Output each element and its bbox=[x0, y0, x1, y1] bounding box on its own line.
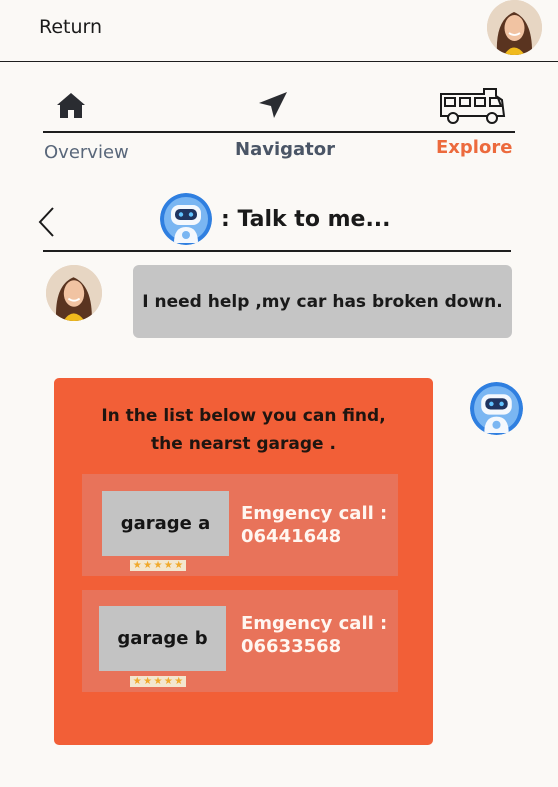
garage-list-item[interactable]: garage b ★ ★ ★ ★ ★ Emgency call : 066335… bbox=[82, 590, 398, 692]
star-icon: ★ bbox=[143, 560, 153, 571]
tab-navigator-label: Navigator bbox=[235, 139, 335, 160]
user-message-text: I need help ,my car has broken down. bbox=[142, 291, 503, 312]
star-rating: ★ ★ ★ ★ ★ bbox=[130, 676, 186, 687]
robot-icon bbox=[470, 382, 523, 435]
camper-van-icon bbox=[440, 88, 506, 124]
bot-reply-line-2: the nearst garage . bbox=[151, 434, 336, 454]
garage-name[interactable]: garage a bbox=[102, 491, 229, 556]
bot-reply-text: In the list below you can find, the near… bbox=[54, 402, 433, 458]
star-icon: ★ bbox=[153, 676, 163, 687]
user-message-avatar bbox=[46, 265, 102, 321]
star-icon: ★ bbox=[132, 560, 142, 571]
star-icon: ★ bbox=[143, 676, 153, 687]
emergency-phone[interactable]: 06441648 bbox=[241, 525, 387, 548]
star-icon: ★ bbox=[163, 676, 173, 687]
star-icon: ★ bbox=[174, 676, 184, 687]
bot-reply-avatar bbox=[470, 382, 523, 435]
user-avatar-icon bbox=[46, 265, 102, 321]
garage-name[interactable]: garage b bbox=[99, 606, 226, 671]
star-rating: ★ ★ ★ ★ ★ bbox=[130, 560, 186, 571]
star-icon: ★ bbox=[132, 676, 142, 687]
home-icon bbox=[57, 93, 85, 118]
emergency-label: Emgency call : bbox=[241, 613, 388, 634]
bot-reply-line-1: In the list below you can find, bbox=[101, 406, 386, 426]
user-message-bubble: I need help ,my car has broken down. bbox=[133, 265, 512, 338]
star-icon: ★ bbox=[174, 560, 184, 571]
bot-reply-card: In the list below you can find, the near… bbox=[54, 378, 433, 745]
chat-title: : Talk to me... bbox=[221, 207, 391, 232]
user-avatar[interactable] bbox=[487, 0, 542, 55]
garage-list-item[interactable]: garage a ★ ★ ★ ★ ★ Emgency call : 064416… bbox=[82, 474, 398, 576]
emergency-call[interactable]: Emgency call : 06441648 bbox=[241, 502, 387, 548]
star-icon: ★ bbox=[153, 560, 163, 571]
robot-icon bbox=[160, 193, 212, 245]
user-avatar-icon bbox=[487, 0, 542, 55]
bot-avatar bbox=[160, 193, 212, 245]
star-icon: ★ bbox=[163, 560, 173, 571]
tab-divider bbox=[43, 131, 515, 133]
navigation-arrow-icon bbox=[259, 92, 287, 118]
emergency-phone[interactable]: 06633568 bbox=[241, 635, 387, 658]
chat-divider bbox=[43, 250, 511, 252]
emergency-label: Emgency call : bbox=[241, 503, 388, 524]
tab-overview-label: Overview bbox=[44, 142, 129, 163]
chevron-left-icon[interactable] bbox=[36, 206, 58, 238]
emergency-call[interactable]: Emgency call : 06633568 bbox=[241, 612, 387, 658]
return-link[interactable]: Return bbox=[39, 16, 102, 38]
top-bar: Return bbox=[0, 0, 558, 62]
tab-explore-label: Explore bbox=[436, 137, 513, 158]
